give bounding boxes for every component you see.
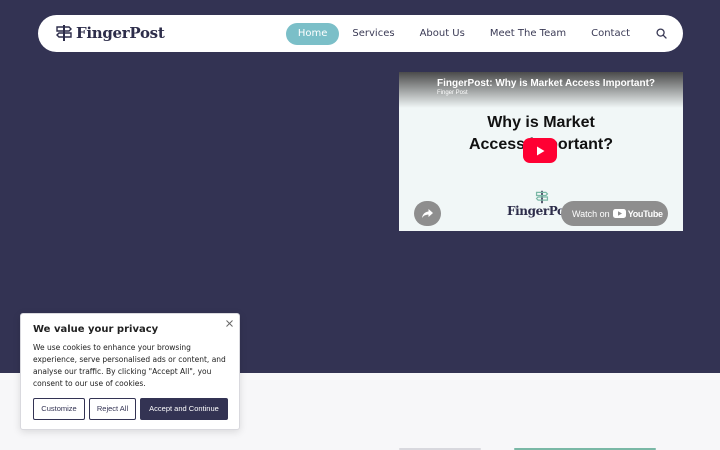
navbar: FingerPost Home Services About Us Meet T… <box>38 15 683 52</box>
video-channel[interactable]: Finger Post <box>437 90 468 96</box>
accept-and-continue-button[interactable]: Accept and Continue <box>140 398 228 420</box>
share-button[interactable] <box>414 201 441 226</box>
cookie-close-button[interactable] <box>224 318 234 328</box>
youtube-play-icon <box>537 146 545 155</box>
video-title[interactable]: FingerPost: Why is Market Access Importa… <box>437 78 655 89</box>
play-button[interactable] <box>523 138 557 163</box>
close-icon <box>225 319 233 327</box>
main-nav: Home Services About Us Meet The Team Con… <box>285 15 683 52</box>
reject-all-button[interactable]: Reject All <box>89 398 136 420</box>
share-icon <box>422 209 433 218</box>
cookie-consent-banner: We value your privacy We use cookies to … <box>20 313 240 430</box>
customize-button[interactable]: Customize <box>33 398 85 420</box>
logo-text: FingerPost <box>76 24 165 42</box>
cookie-actions: Customize Reject All Accept and Continue <box>33 398 228 420</box>
search-button[interactable] <box>651 24 671 44</box>
youtube-logo: YouTube <box>612 209 663 219</box>
cookie-title: We value your privacy <box>33 324 159 335</box>
nav-item-home[interactable]: Home <box>285 22 340 45</box>
cookie-description: We use cookies to enhance your browsing … <box>33 343 226 388</box>
nav-item-about-us[interactable]: About Us <box>408 23 477 45</box>
site-logo[interactable]: FingerPost <box>55 24 165 42</box>
youtube-video-embed[interactable]: Why is Market Access important? FingerPo… <box>399 72 683 231</box>
nav-item-services[interactable]: Services <box>340 23 406 45</box>
watch-on-youtube-button[interactable]: Watch on YouTube <box>561 201 668 226</box>
youtube-logo-icon <box>612 209 626 218</box>
search-icon <box>655 28 667 39</box>
signpost-icon <box>535 190 548 204</box>
signpost-icon <box>56 25 72 41</box>
nav-item-meet-the-team[interactable]: Meet The Team <box>478 23 578 45</box>
nav-item-contact[interactable]: Contact <box>579 23 642 45</box>
